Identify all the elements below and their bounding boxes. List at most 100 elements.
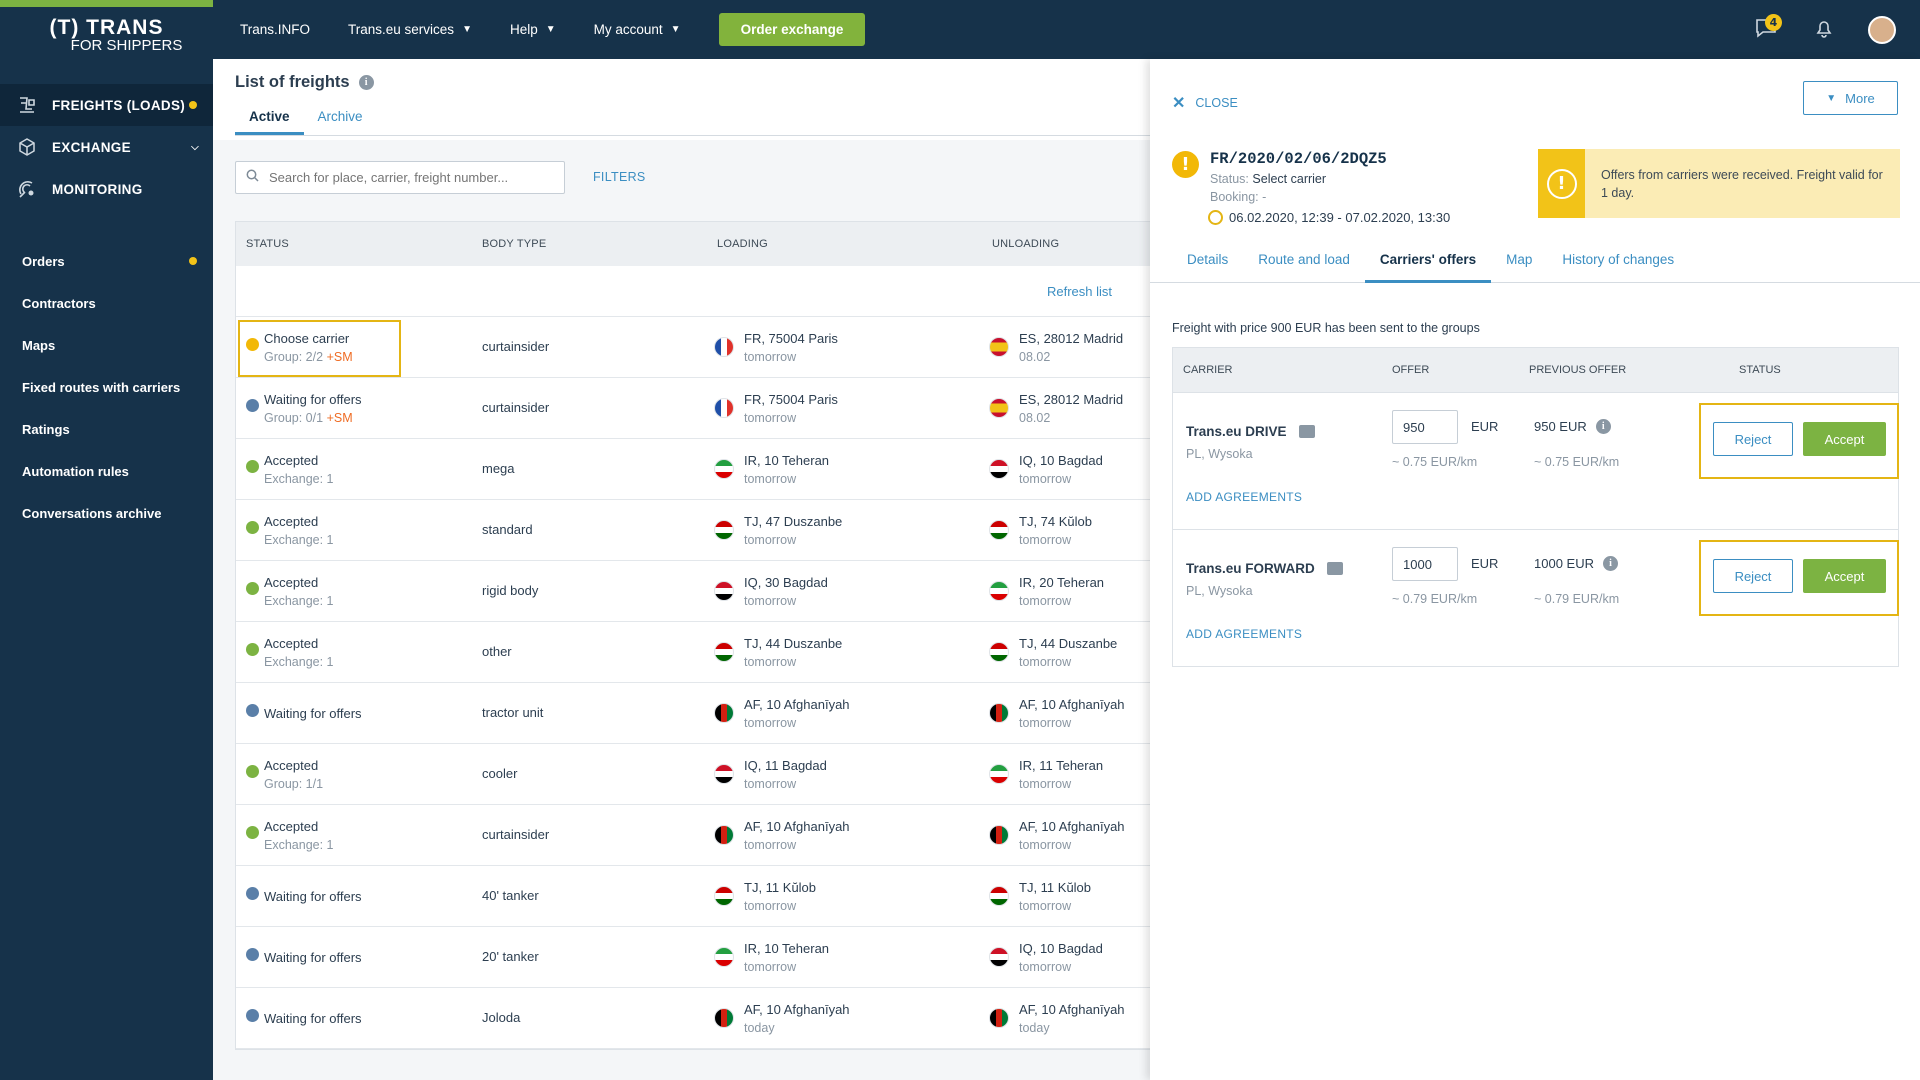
nav-item-freights[interactable]: FREIGHTS (LOADS) (0, 84, 213, 126)
order-exchange-button[interactable]: Order exchange (718, 13, 866, 46)
logo[interactable]: (T) TRANS FOR SHIPPERS (0, 9, 213, 61)
accept-button[interactable]: Accept (1803, 559, 1886, 593)
unloading-place: AF, 10 Afghanīyah (1019, 1002, 1125, 1017)
top-link-services[interactable]: Trans.eu services ▼ (348, 22, 472, 37)
table-row[interactable]: Accepted Exchange: 1 rigid body IQ, 30 Bagd… (236, 561, 1150, 622)
messages-button[interactable]: 4 (1746, 10, 1786, 50)
table-row[interactable]: Waiting for offers 40' tanker TJ, 11 Kŭlob… (236, 866, 1150, 927)
sub-nav: Orders Contractors Maps Fixed routes wit… (0, 240, 213, 534)
tab-active[interactable]: Active (235, 109, 304, 135)
status-text: Waiting for offers (264, 706, 362, 721)
chat-icon[interactable] (1298, 425, 1315, 438)
loading-date: tomorrow (744, 777, 797, 791)
table-row[interactable]: Accepted Exchange: 1 mega IR, 10 Teheran tom… (236, 439, 1150, 500)
top-link-transinfo[interactable]: Trans.INFO (240, 22, 310, 37)
loading-cell: IQ, 30 Bagdad tomorrow (744, 574, 828, 610)
table-row[interactable]: Accepted Exchange: 1 other TJ, 44 Duszanbe t… (236, 622, 1150, 683)
highlight-frame (238, 320, 401, 377)
col-status[interactable]: STATUS (246, 238, 289, 250)
tab-route-and-load[interactable]: Route and load (1243, 252, 1365, 283)
col-unloading[interactable]: UNLOADING (992, 238, 1059, 250)
table-row[interactable]: Waiting for offers tractor unit AF, 10 Afg… (236, 683, 1150, 744)
unloading-place: ES, 28012 Madrid (1019, 331, 1124, 346)
table-row[interactable]: Waiting for offers 20' tanker IR, 10 Teher… (236, 927, 1150, 988)
unloading-date: tomorrow (1019, 594, 1072, 608)
search-icon (246, 169, 259, 186)
more-label: More (1845, 90, 1875, 106)
sidebar-item-label: Automation rules (22, 463, 129, 479)
table-row[interactable]: Waiting for offers Joloda AF, 10 Afghanīya… (236, 988, 1150, 1049)
loading-place: TJ, 47 Duszanbe (744, 514, 843, 529)
ir-flag-icon (989, 581, 1009, 601)
unloading-cell: IQ, 10 Bagdad tomorrow (1019, 940, 1103, 976)
offer-input[interactable] (1392, 547, 1458, 581)
loading-place: IQ, 30 Bagdad (744, 575, 828, 590)
unloading-place: AF, 10 Afghanīyah (1019, 819, 1125, 834)
status-text: Accepted (264, 758, 319, 773)
previous-offer-per-km: ~ 0.75 EUR/km (1534, 455, 1620, 469)
search-input[interactable] (269, 170, 549, 185)
table-row[interactable]: Accepted Exchange: 1 standard TJ, 47 Duszan… (236, 500, 1150, 561)
loading-place: IR, 10 Teheran (744, 941, 830, 956)
sidebar-item-maps[interactable]: Maps (0, 324, 213, 366)
nav-item-exchange[interactable]: EXCHANGE ⌵ (0, 126, 213, 168)
info-icon[interactable]: i (1602, 556, 1618, 571)
carrier-name[interactable]: Trans.eu FORWARD (1186, 561, 1343, 576)
loading-place: FR, 75004 Paris (744, 331, 838, 346)
avatar-button[interactable] (1862, 10, 1902, 50)
loading-cell: TJ, 47 Duszanbe tomorrow (744, 513, 842, 549)
tj-flag-icon (714, 886, 734, 906)
filters-button[interactable]: FILTERS (593, 170, 646, 184)
freight-time: 06.02.2020, 12:39 - 07.02.2020, 13:30 (1208, 210, 1450, 225)
sidebar-item-fixed-routes[interactable]: Fixed routes with carriers (0, 366, 213, 408)
carrier-name[interactable]: Trans.eu DRIVE (1186, 424, 1315, 439)
accept-button[interactable]: Accept (1803, 422, 1886, 456)
info-icon[interactable]: i (358, 75, 374, 90)
top-link-help[interactable]: Help ▼ (510, 22, 556, 37)
table-row[interactable]: Accepted Exchange: 1 curtainsider AF, 10 Af… (236, 805, 1150, 866)
status-sub-text: Group: 0/1 (264, 411, 324, 425)
reject-button[interactable]: Reject (1713, 422, 1793, 456)
sidebar-item-orders[interactable]: Orders (0, 240, 213, 282)
table-row[interactable]: Accepted Group: 1/1 cooler IQ, 11 Bagdad tom… (236, 744, 1150, 805)
top-link-my-account[interactable]: My account ▼ (594, 22, 681, 37)
sidebar-item-automation-rules[interactable]: Automation rules (0, 450, 213, 492)
unloading-date: tomorrow (1019, 716, 1072, 730)
search-box[interactable] (235, 161, 565, 194)
info-icon[interactable]: i (1595, 419, 1611, 434)
notifications-button[interactable] (1804, 10, 1844, 50)
carrier-name-text: Trans.eu DRIVE (1186, 424, 1287, 439)
unloading-date: tomorrow (1019, 533, 1072, 547)
check-icon (246, 765, 259, 778)
table-row[interactable]: Waiting for offers Group: 0/1 +SM curtains… (236, 378, 1150, 439)
tab-carriers-offers[interactable]: Carriers' offers (1364, 252, 1492, 283)
more-button[interactable]: ▼ More (1803, 81, 1898, 115)
tab-map[interactable]: Map (1491, 252, 1547, 283)
close-button[interactable]: ✕ CLOSE (1172, 93, 1238, 113)
nav-item-monitoring[interactable]: MONITORING (0, 168, 213, 210)
sidebar-item-contractors[interactable]: Contractors (0, 282, 213, 324)
tab-history[interactable]: History of changes (1547, 252, 1689, 283)
body-type: 20' tanker (482, 949, 539, 964)
loading-place: FR, 75004 Paris (744, 392, 838, 407)
tab-archive[interactable]: Archive (304, 109, 377, 135)
top-icons: 4 (1746, 0, 1920, 59)
col-body-type[interactable]: BODY TYPE (482, 238, 546, 250)
loading-cell: FR, 75004 Paris tomorrow (744, 330, 838, 366)
check-icon (246, 826, 259, 839)
offer-actions: Reject Accept (1699, 403, 1899, 479)
top-bar: Trans.INFO Trans.eu services ▼ Help ▼ My a… (213, 0, 1920, 59)
refresh-list-link[interactable]: Refresh list (1047, 284, 1112, 299)
add-agreements-link[interactable]: ADD AGREEMENTS (1186, 627, 1302, 641)
sidebar-item-ratings[interactable]: Ratings (0, 408, 213, 450)
status-sub: Exchange: 1 (264, 470, 334, 488)
unloading-date: tomorrow (1019, 655, 1072, 669)
add-agreements-link[interactable]: ADD AGREEMENTS (1186, 490, 1302, 504)
col-loading[interactable]: LOADING (717, 238, 768, 250)
reject-button[interactable]: Reject (1713, 559, 1793, 593)
sidebar-item-conversations-archive[interactable]: Conversations archive (0, 492, 213, 534)
tab-details[interactable]: Details (1172, 252, 1243, 283)
tj-flag-icon (989, 886, 1009, 906)
offer-input[interactable] (1392, 410, 1458, 444)
chat-icon[interactable] (1326, 562, 1343, 575)
